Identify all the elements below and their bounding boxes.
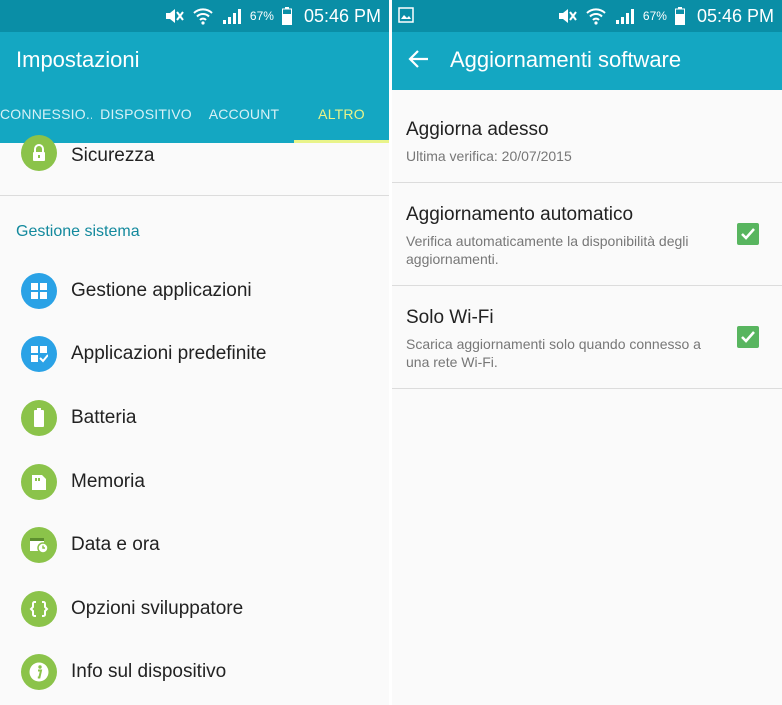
aggiorna-adesso-item[interactable]: Aggiorna adesso Ultima verifica: 20/07/2… [392,90,782,182]
battery-percent: 67% [249,9,274,23]
menu-item-sicurezza[interactable]: Sicurezza [0,135,389,193]
clock: 05:46 PM [696,5,774,26]
braces-icon [21,591,57,627]
divider [0,195,389,196]
battery-icon [281,7,292,25]
wifi-only-checkbox[interactable] [737,326,759,348]
solo-wifi-item[interactable]: Solo Wi-Fi Scarica aggiornamenti solo qu… [392,286,782,387]
battery-icon [21,400,57,436]
calendar-clock-icon [21,527,57,563]
section-header: Gestione sistema [16,223,140,240]
item-subtitle: Verifica automaticamente la disponibilit… [406,233,689,267]
back-arrow-icon[interactable] [408,49,430,69]
item-title: Aggiorna adesso [406,119,549,140]
apps-grid-icon [21,273,57,309]
menu-item-opzioni-sviluppatore[interactable]: Opzioni sviluppatore [0,588,389,630]
clock: 05:46 PM [303,5,381,26]
divider [392,388,782,389]
app-bar: Aggiornamenti software [392,32,782,90]
menu-item-memoria[interactable]: Memoria [0,461,389,503]
menu-item-batteria[interactable]: Batteria [0,397,389,439]
checkmark-icon [741,228,755,240]
page-title: Impostazioni [16,47,140,72]
menu-item-applicazioni-predefinite[interactable]: Applicazioni predefinite [0,333,389,375]
signal-icon [615,9,634,24]
signal-icon [222,9,241,24]
menu-item-label: Opzioni sviluppatore [71,598,244,619]
default-apps-icon [21,336,57,372]
settings-screen: 67% 05:46 PM Impostazioni CONNESSIO.. DI… [0,0,389,705]
mute-icon [558,9,577,23]
menu-item-label: Data e ora [71,534,160,555]
status-bar: 67% 05:46 PM [392,0,782,32]
menu-item-label: Memoria [71,471,145,492]
menu-item-label: Sicurezza [71,145,155,166]
tab-dispositivo[interactable]: DISPOSITIVO [96,102,196,143]
page-title: Aggiornamenti software [450,47,682,72]
tab-altro[interactable]: ALTRO [294,102,389,143]
item-title: Aggiornamento automatico [406,204,634,225]
menu-item-data-e-ora[interactable]: Data e ora [0,524,389,566]
menu-item-info-sul-dispositivo[interactable]: Info sul dispositivo [0,651,389,693]
mute-icon [165,9,184,23]
wifi-icon [193,8,213,25]
menu-item-label: Gestione applicazioni [71,280,252,301]
battery-percent: 67% [642,9,667,23]
app-bar: Impostazioni CONNESSIO.. DISPOSITIVO ACC… [0,32,389,143]
auto-update-checkbox[interactable] [737,223,759,245]
tab-bar: CONNESSIO.. DISPOSITIVO ACCOUNT ALTRO [0,102,389,143]
menu-item-label: Applicazioni predefinite [71,343,267,364]
menu-item-label: Batteria [71,407,137,428]
gallery-notification-icon [398,7,414,23]
battery-icon [674,7,685,25]
item-subtitle: Ultima verifica: 20/07/2015 [406,148,572,164]
item-title: Solo Wi-Fi [406,307,494,328]
menu-item-label: Info sul dispositivo [71,661,227,682]
info-icon [21,654,57,690]
item-subtitle: Scarica aggiornamenti solo quando connes… [406,336,701,370]
aggiornamento-automatico-item[interactable]: Aggiornamento automatico Verifica automa… [392,183,782,284]
status-bar: 67% 05:46 PM [0,0,389,32]
lock-icon [21,135,57,171]
menu-item-gestione-applicazioni[interactable]: Gestione applicazioni [0,270,389,312]
status-icons: 67% 05:46 PM [557,4,774,28]
wifi-icon [586,8,606,25]
memory-card-icon [21,464,57,500]
status-icons: 67% 05:46 PM [164,4,381,28]
tab-account[interactable]: ACCOUNT [200,102,288,143]
software-update-screen: 67% 05:46 PM Aggiornamenti software Aggi… [392,0,782,705]
checkmark-icon [741,331,755,343]
